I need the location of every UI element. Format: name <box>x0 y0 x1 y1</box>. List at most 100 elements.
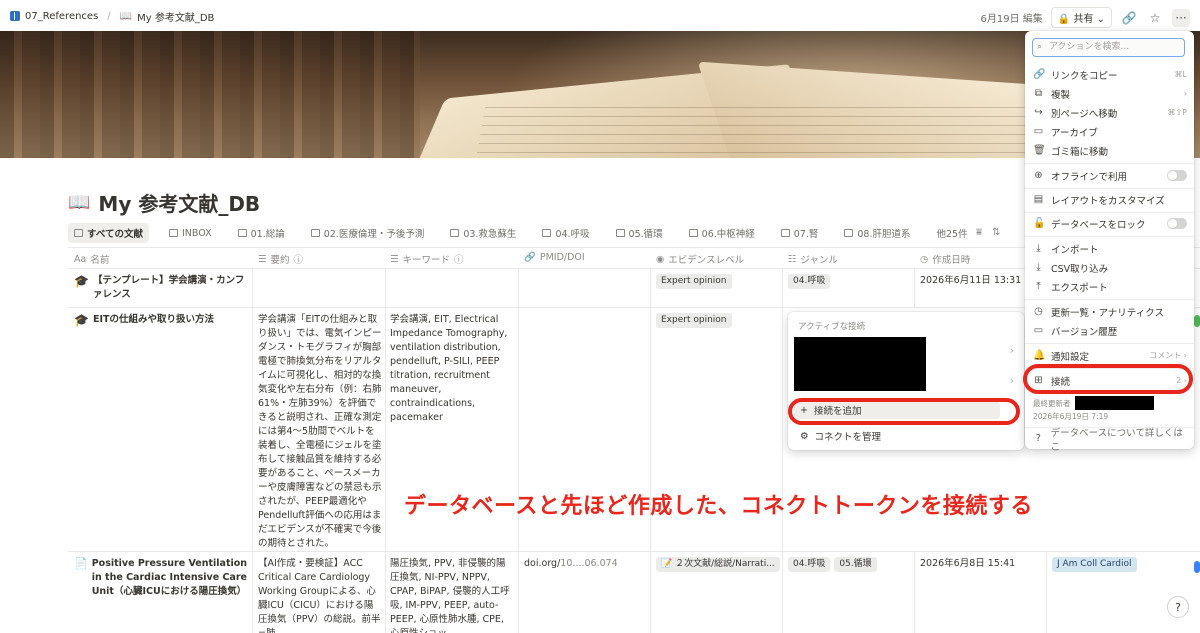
created-date: 2026年6月8日 15:41 <box>920 558 1016 569</box>
tab-03[interactable]: 03.救急蘇生 <box>444 223 522 243</box>
more-options-button[interactable]: ··· <box>1172 8 1190 27</box>
column-keywords[interactable]: ☰ キーワード ⓘ <box>390 252 464 267</box>
redacted-connections <box>794 337 926 391</box>
edited-timestamp: 6月19日 編集 <box>980 14 1043 25</box>
tab-06[interactable]: 06.中枢神経 <box>683 223 761 243</box>
table-icon <box>688 229 698 237</box>
star-icon[interactable]: ☆ <box>1146 9 1164 27</box>
chevron-right-icon[interactable]: › <box>1010 374 1014 387</box>
manage-connections-button[interactable]: ⚙ コネクトを管理 <box>800 429 881 444</box>
text-lines-icon: ☰ <box>390 253 399 265</box>
chevron-right-icon[interactable]: › <box>1010 344 1014 357</box>
tab-01[interactable]: 01.総論 <box>232 223 291 243</box>
action-search-input[interactable]: アクションを検索... <box>1032 38 1185 57</box>
export-icon: ⤒ <box>1036 281 1041 292</box>
clock-icon: ◷ <box>920 253 929 265</box>
link-icon: 🔗 <box>1033 69 1046 80</box>
download-circle-icon: ⊕ <box>1034 170 1043 181</box>
annotation-text: データベースと先ほど作成した、コネクトトークンを接続する <box>404 494 1033 519</box>
tab-07[interactable]: 07.腎 <box>775 223 825 243</box>
table-icon <box>450 229 460 237</box>
table-icon <box>844 229 854 237</box>
menu-notifications[interactable]: 🔔 通知設定 コメント › <box>1033 347 1187 364</box>
menu-import[interactable]: ⤓ インポート <box>1033 240 1187 257</box>
column-name[interactable]: Aa 名前 <box>74 252 109 267</box>
filter-icon[interactable]: ⩸ <box>976 227 982 238</box>
tab-inbox[interactable]: INBOX <box>163 225 218 242</box>
row-name[interactable]: 🎓 EITの仕組みや取り扱い方法 <box>74 313 249 327</box>
menu-archive[interactable]: ▭ アーカイブ <box>1033 123 1187 140</box>
menu-trash[interactable]: 🗑 ゴミ箱に移動 <box>1033 142 1187 159</box>
column-genre[interactable]: ☷ ジャンル <box>788 252 838 267</box>
row-name[interactable]: 🎓 【テンプレート】学会講演・カンファレンス <box>74 274 249 302</box>
clock-icon: ◷ <box>1034 306 1043 317</box>
lock-toggle[interactable] <box>1167 218 1187 229</box>
tab-05[interactable]: 05.循環 <box>610 223 669 243</box>
move-arrow-icon: ↪ <box>1034 107 1043 118</box>
menu-copy-link[interactable]: 🔗 リンクをコピー ⌘L <box>1033 66 1187 83</box>
document-icon: 📄 <box>74 557 88 570</box>
menu-updates-analytics[interactable]: ◷ 更新一覧・アナリティクス <box>1033 303 1187 320</box>
link-icon[interactable]: 🔗 <box>1120 9 1138 27</box>
breadcrumb: 07_References / 📖 My 参考文献_DB <box>10 9 214 24</box>
row-doi[interactable]: doi.org/10....06.074 <box>524 557 618 571</box>
column-created[interactable]: ◷ 作成日時 <box>920 252 970 267</box>
evidence-pill: 📝 ２次文献/総説/Narrati... <box>656 557 780 572</box>
created-date: 2026年6月11日 13:31 <box>920 275 1022 286</box>
tab-02[interactable]: 02.医療倫理・予後予測 <box>305 223 431 243</box>
menu-move[interactable]: ↪ 別ページへ移動 ⌘⇧P <box>1033 104 1187 121</box>
tab-04[interactable]: 04.呼吸 <box>536 223 595 243</box>
select-icon: ◉ <box>656 253 665 265</box>
layout-icon: ▤ <box>1033 194 1044 205</box>
journal-pill: J Am Coll Cardiol <box>1052 557 1137 572</box>
menu-version-history[interactable]: ▭ バージョン履歴 <box>1033 322 1187 339</box>
memo-icon: 📝 <box>661 559 673 569</box>
row-keywords: 学会講演, EIT, Electrical Impedance Tomograp… <box>390 314 508 423</box>
column-pmid[interactable]: 🔗 PMID/DOI <box>524 252 585 263</box>
breadcrumb-current[interactable]: My 参考文献_DB <box>137 9 214 24</box>
info-icon: ⓘ <box>454 255 464 266</box>
tab-label: 05.循環 <box>628 229 663 240</box>
page-title-text: My 参考文献_DB <box>98 192 261 216</box>
row-summary: 学会講演「EITの仕組みと取り扱い」では、電気インピーダンス・トモグラフィが胸部… <box>258 314 382 549</box>
menu-lock-database[interactable]: 🔓 データベースをロック <box>1033 215 1187 232</box>
column-summary[interactable]: ☰ 要約 ⓘ <box>258 252 304 267</box>
tab-label: 04.呼吸 <box>555 229 590 240</box>
breadcrumb-parent[interactable]: 07_References <box>25 11 98 22</box>
share-button[interactable]: 🔒 共有 ⌄ <box>1050 7 1112 28</box>
row-summary: 【AI作成・要検証】ACC Critical Care Cardiology W… <box>258 558 381 633</box>
column-evidence[interactable]: ◉ エビデンスレベル <box>656 252 744 267</box>
help-avatar[interactable]: ? <box>1167 596 1189 618</box>
side-indicator <box>1194 561 1200 573</box>
sort-icon[interactable]: ⇅ <box>992 227 1000 238</box>
page-title[interactable]: 📖 My 参考文献_DB <box>68 188 260 217</box>
info-icon: ⓘ <box>293 255 304 266</box>
tab-08[interactable]: 08.肝胆道系 <box>838 223 916 243</box>
table-icon <box>168 229 178 237</box>
topbar-actions: 6月19日 編集 🔒 共有 ⌄ 🔗 ☆ ··· <box>981 7 1190 28</box>
tab-more[interactable]: 他25件 <box>930 223 973 243</box>
evidence-pill: Expert opinion <box>656 313 732 328</box>
highlight-connections <box>1023 364 1193 394</box>
graduation-cap-icon: 🎓 <box>74 274 89 288</box>
side-indicator <box>1194 315 1200 327</box>
row-keywords: 陽圧換気, PPV, 非侵襲的陽圧換気, NI-PPV, NPPV, CPAP,… <box>390 558 510 633</box>
menu-offline[interactable]: ⊕ オフラインで利用 <box>1033 167 1187 184</box>
connections-popup: アクティブな接続 › › + 接続を追加 ⚙ コネクトを管理 <box>788 312 1024 450</box>
last-updated-label: 最終更新者 <box>1033 399 1071 408</box>
offline-toggle[interactable] <box>1167 170 1187 181</box>
last-updated-date: 2026年6月19日 7:19 <box>1033 412 1109 421</box>
tab-label: 06.中枢神経 <box>701 229 755 240</box>
gear-icon: ⚙ <box>800 430 809 442</box>
table-row[interactable]: 📄 Positive Pressure Ventilation in the Ca… <box>68 552 1200 633</box>
row-name[interactable]: 📄 Positive Pressure Ventilation in the Ca… <box>74 557 249 599</box>
menu-export[interactable]: ⤒ エクスポート <box>1033 278 1187 295</box>
menu-csv-import[interactable]: ⤓ CSV取り込み <box>1033 259 1187 276</box>
tab-all[interactable]: すべての文献 <box>68 223 149 243</box>
tab-label: すべての文献 <box>87 229 143 240</box>
menu-customize-layout[interactable]: ▤ レイアウトをカスタマイズ <box>1033 191 1187 208</box>
lock-icon: 🔓 <box>1033 218 1046 229</box>
menu-learn-more[interactable]: ? データベースについて詳しくはこ <box>1033 428 1187 453</box>
menu-duplicate[interactable]: ⧉ 複製 › <box>1033 85 1187 102</box>
table-icon <box>237 229 247 237</box>
